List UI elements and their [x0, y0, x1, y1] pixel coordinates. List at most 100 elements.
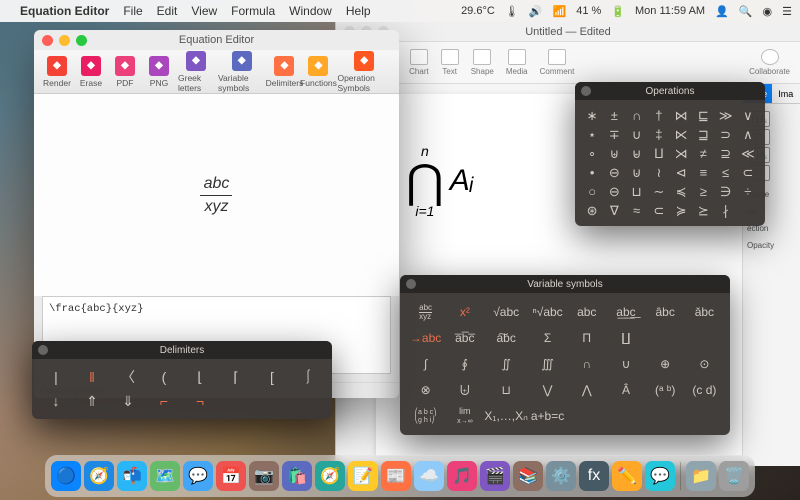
- op-symbol[interactable]: ≫: [715, 106, 737, 125]
- var-symbol[interactable]: ∮: [445, 351, 484, 377]
- dock-app-19[interactable]: 📁: [686, 461, 716, 491]
- var-symbol[interactable]: ⋀: [567, 377, 606, 403]
- ee-tb-delimiters[interactable]: ◆Delimiters: [269, 56, 299, 88]
- op-symbol[interactable]: ∩: [626, 106, 648, 125]
- op-symbol[interactable]: ≼: [670, 182, 692, 201]
- spotlight-icon[interactable]: 🔍: [739, 5, 753, 18]
- delim-symbol[interactable]: [: [254, 365, 290, 389]
- var-symbol[interactable]: âbc: [646, 299, 685, 325]
- dock-app-17[interactable]: ✏️: [612, 461, 642, 491]
- var-symbol[interactable]: ∐: [606, 325, 645, 351]
- dock-app-2[interactable]: 📬: [117, 461, 147, 491]
- var-symbol[interactable]: ⊔: [484, 377, 528, 403]
- var-symbol[interactable]: a̅b̅c̅: [445, 325, 484, 351]
- ee-tb-operation-symbols[interactable]: ◆Operation Symbols: [337, 51, 391, 93]
- dock-app-20[interactable]: 🗑️: [719, 461, 749, 491]
- var-symbol[interactable]: [646, 403, 685, 429]
- delim-symbol[interactable]: 〈: [110, 365, 146, 389]
- op-symbol[interactable]: ≥: [692, 182, 714, 201]
- dock-app-9[interactable]: 📝: [348, 461, 378, 491]
- bg-titlebar[interactable]: Untitled — Edited: [336, 22, 800, 42]
- ee-tb-png[interactable]: ◆PNG: [144, 56, 174, 88]
- op-symbol[interactable]: ≠: [692, 144, 714, 163]
- op-symbol[interactable]: ⪰: [692, 201, 714, 220]
- op-symbol[interactable]: ⊃: [715, 125, 737, 144]
- wifi-icon[interactable]: 📶: [553, 5, 567, 18]
- var-symbol[interactable]: [646, 325, 685, 351]
- close-icon[interactable]: [406, 279, 416, 289]
- op-symbol[interactable]: ≪: [737, 144, 759, 163]
- var-symbol[interactable]: ∪: [606, 351, 645, 377]
- op-symbol[interactable]: ≽: [670, 201, 692, 220]
- op-symbol[interactable]: ⊎: [603, 144, 625, 163]
- dock-app-7[interactable]: 🛍️: [282, 461, 312, 491]
- var-symbol[interactable]: a͠bc: [484, 325, 528, 351]
- var-symbol[interactable]: X₁,…,Xₙ: [484, 403, 528, 429]
- op-symbol[interactable]: ⊍: [626, 163, 648, 182]
- delimiters-palette[interactable]: Delimiters |‖〈(⌊⌈[⎰↓⇑⇓⌐¬: [32, 341, 332, 419]
- dock-app-3[interactable]: 🗺️: [150, 461, 180, 491]
- op-symbol[interactable]: ⊇: [715, 144, 737, 163]
- dock-app-15[interactable]: ⚙️: [546, 461, 576, 491]
- bg-tb-collab[interactable]: Collaborate: [749, 49, 790, 76]
- op-symbol[interactable]: ⋈: [670, 106, 692, 125]
- op-symbol[interactable]: ±: [603, 106, 625, 125]
- var-symbol[interactable]: a͟b͟c͟: [606, 299, 645, 325]
- ee-tb-variable-symbols[interactable]: ◆Variable symbols: [218, 51, 265, 93]
- op-symbol[interactable]: ⊌: [626, 144, 648, 163]
- delim-symbol[interactable]: ⇑: [74, 389, 110, 413]
- delim-symbol[interactable]: ‖: [74, 365, 110, 389]
- var-symbol[interactable]: ∬: [484, 351, 528, 377]
- notification-icon[interactable]: ☰: [782, 5, 792, 18]
- delim-symbol[interactable]: [290, 389, 326, 413]
- var-symbol[interactable]: a+b=c: [528, 403, 567, 429]
- bg-tb-comment[interactable]: Comment: [540, 49, 575, 76]
- op-symbol[interactable]: ∼: [648, 182, 670, 201]
- clock[interactable]: Mon 11:59 AM: [635, 5, 705, 17]
- menu-formula[interactable]: Formula: [231, 4, 275, 18]
- op-symbol[interactable]: ⊂: [648, 201, 670, 220]
- bg-tb-media[interactable]: Media: [506, 49, 528, 76]
- var-symbol[interactable]: ⊙: [685, 351, 724, 377]
- delim-symbol[interactable]: ⌈: [218, 365, 254, 389]
- menu-edit[interactable]: Edit: [157, 4, 178, 18]
- op-symbol[interactable]: ⊂: [737, 163, 759, 182]
- dock-app-1[interactable]: 🧭: [84, 461, 114, 491]
- op-symbol[interactable]: ⊖: [603, 163, 625, 182]
- delim-symbol[interactable]: [254, 389, 290, 413]
- dock-app-6[interactable]: 📷: [249, 461, 279, 491]
- var-symbol[interactable]: (c d): [685, 377, 724, 403]
- menu-view[interactable]: View: [191, 4, 217, 18]
- delim-symbol[interactable]: ⌊: [182, 365, 218, 389]
- op-symbol[interactable]: ⋊: [670, 144, 692, 163]
- siri-icon[interactable]: ◉: [763, 5, 773, 18]
- op-symbol[interactable]: ⊖: [603, 182, 625, 201]
- var-symbol[interactable]: ǎbc: [685, 299, 724, 325]
- dock-app-10[interactable]: 📰: [381, 461, 411, 491]
- dock-app-13[interactable]: 🎬: [480, 461, 510, 491]
- ee-tb-erase[interactable]: ◆Erase: [76, 56, 106, 88]
- dock-app-14[interactable]: 📚: [513, 461, 543, 491]
- dock-app-8[interactable]: 🧭: [315, 461, 345, 491]
- dock-app-11[interactable]: ☁️: [414, 461, 444, 491]
- var-symbol[interactable]: abc: [567, 299, 606, 325]
- var-symbol[interactable]: ⎛a b c⎞⎝g h i⎠: [406, 403, 445, 429]
- var-symbol[interactable]: Â: [606, 377, 645, 403]
- op-symbol[interactable]: ⋆: [581, 125, 603, 144]
- op-symbol[interactable]: ∤: [715, 201, 737, 220]
- op-symbol[interactable]: †: [648, 106, 670, 125]
- var-symbol[interactable]: Π: [567, 325, 606, 351]
- var-symbol[interactable]: ∩: [567, 351, 606, 377]
- var-symbol[interactable]: ⁿ√abc: [528, 299, 567, 325]
- var-symbol[interactable]: [567, 403, 606, 429]
- op-symbol[interactable]: ≈: [626, 201, 648, 220]
- ee-tb-functions[interactable]: ◆Functions: [303, 56, 333, 88]
- delim-symbol[interactable]: ↓: [38, 389, 74, 413]
- delim-symbol[interactable]: [218, 389, 254, 413]
- delim-symbol[interactable]: (: [146, 365, 182, 389]
- op-symbol[interactable]: •: [581, 163, 603, 182]
- op-symbol[interactable]: ≤: [715, 163, 737, 182]
- var-symbol[interactable]: x²: [445, 299, 484, 325]
- var-symbol[interactable]: Σ: [528, 325, 567, 351]
- op-symbol[interactable]: ∘: [581, 144, 603, 163]
